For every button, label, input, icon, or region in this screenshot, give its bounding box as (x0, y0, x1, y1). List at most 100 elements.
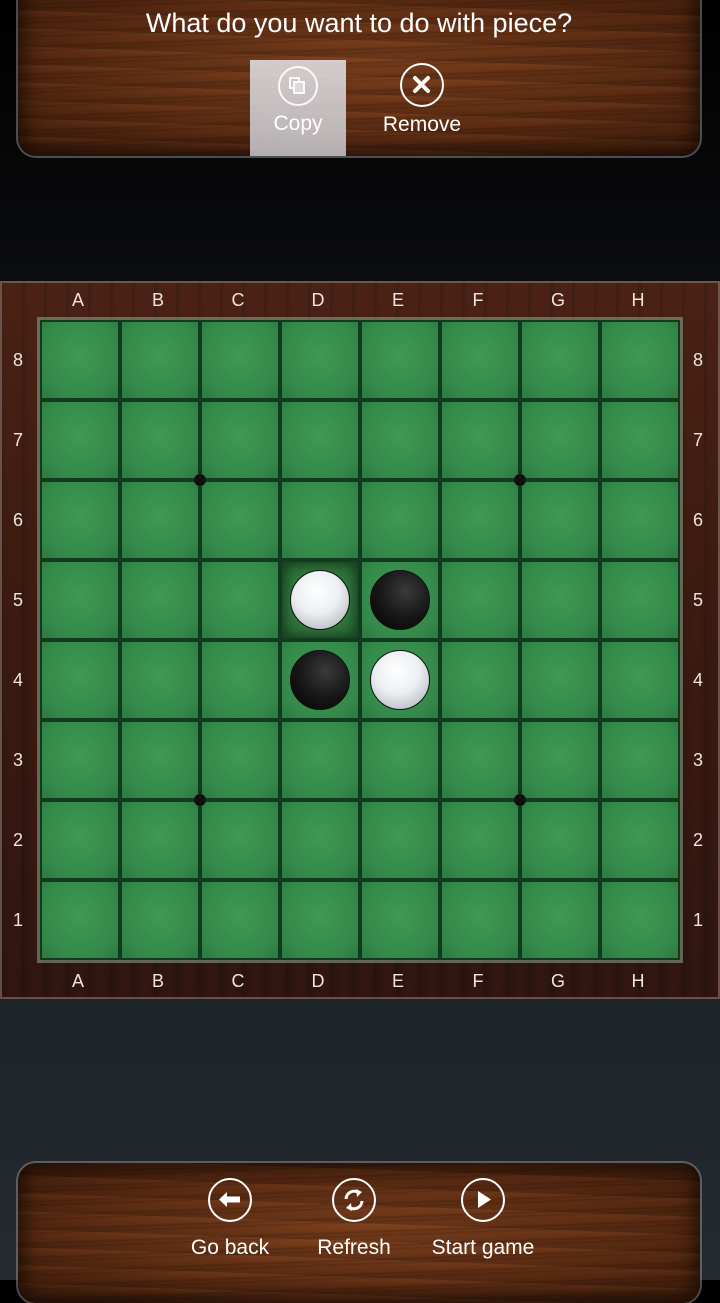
column-label-bottom: E (391, 971, 404, 991)
board-square-d7[interactable] (280, 400, 360, 480)
row-label-left: 1 (12, 910, 23, 930)
white-piece-e4[interactable] (370, 650, 430, 710)
row-label-left: 5 (12, 590, 23, 610)
column-label-top: C (231, 290, 245, 310)
board-square-f5[interactable] (440, 560, 520, 640)
board-square-e7[interactable] (360, 400, 440, 480)
board-square-f8[interactable] (440, 320, 520, 400)
board-square-f7[interactable] (440, 400, 520, 480)
white-piece-d5[interactable] (290, 570, 350, 630)
board-square-f1[interactable] (440, 880, 520, 960)
column-label-bottom: C (231, 971, 245, 991)
board-square-c8[interactable] (200, 320, 280, 400)
board-square-d8[interactable] (280, 320, 360, 400)
board-square-b8[interactable] (120, 320, 200, 400)
column-label-bottom: D (311, 971, 325, 991)
close-circle-icon (400, 63, 444, 107)
board-square-b5[interactable] (120, 560, 200, 640)
board-square-g4[interactable] (520, 640, 600, 720)
board-square-c5[interactable] (200, 560, 280, 640)
column-label-top: E (391, 290, 404, 310)
board-square-f4[interactable] (440, 640, 520, 720)
board-square-f3[interactable] (440, 720, 520, 800)
piece-action-dialog: What do you want to do with piece? (18, 0, 700, 156)
board-square-c4[interactable] (200, 640, 280, 720)
board-square-g8[interactable] (520, 320, 600, 400)
board-square-c1[interactable] (200, 880, 280, 960)
star-point (514, 474, 526, 486)
column-label-top: F (472, 290, 484, 310)
black-piece-e5[interactable] (370, 570, 430, 630)
arrow-left-icon (208, 1178, 252, 1222)
board-square-c2[interactable] (200, 800, 280, 880)
board-square-g2[interactable] (520, 800, 600, 880)
play-icon (461, 1178, 505, 1222)
row-label-left: 3 (12, 750, 23, 770)
board-square-f6[interactable] (440, 480, 520, 560)
refresh-icon (332, 1178, 376, 1222)
board-square-a7[interactable] (40, 400, 120, 480)
board-square-b4[interactable] (120, 640, 200, 720)
board-square-b7[interactable] (120, 400, 200, 480)
board-square-a5[interactable] (40, 560, 120, 640)
row-label-right: 4 (692, 670, 703, 690)
board-square-d6[interactable] (280, 480, 360, 560)
board-square-a6[interactable] (40, 480, 120, 560)
board-square-g5[interactable] (520, 560, 600, 640)
board-square-f2[interactable] (440, 800, 520, 880)
board-square-a3[interactable] (40, 720, 120, 800)
board-square-d3[interactable] (280, 720, 360, 800)
column-label-bottom: G (550, 971, 565, 991)
board-square-a4[interactable] (40, 640, 120, 720)
row-label-right: 1 (692, 910, 703, 930)
board-square-b6[interactable] (120, 480, 200, 560)
board-square-g3[interactable] (520, 720, 600, 800)
go-back-button[interactable]: Go back (190, 1178, 270, 1260)
copy-icon (278, 66, 318, 106)
row-label-left: 7 (12, 430, 23, 450)
board-square-b2[interactable] (120, 800, 200, 880)
row-label-right: 2 (692, 830, 703, 850)
board-square-c6[interactable] (200, 480, 280, 560)
board-square-d2[interactable] (280, 800, 360, 880)
game-board[interactable] (40, 320, 680, 960)
board-square-e1[interactable] (360, 880, 440, 960)
go-back-label: Go back (190, 1236, 270, 1259)
column-label-bottom: H (631, 971, 645, 991)
board-square-e6[interactable] (360, 480, 440, 560)
board-square-h4[interactable] (600, 640, 680, 720)
board-square-h1[interactable] (600, 880, 680, 960)
board-square-e8[interactable] (360, 320, 440, 400)
column-label-top: G (550, 290, 565, 310)
black-piece-d4[interactable] (290, 650, 350, 710)
board-square-h8[interactable] (600, 320, 680, 400)
column-label-bottom: F (472, 971, 484, 991)
board-square-c7[interactable] (200, 400, 280, 480)
board-square-h5[interactable] (600, 560, 680, 640)
board-square-b3[interactable] (120, 720, 200, 800)
board-square-h6[interactable] (600, 480, 680, 560)
copy-button[interactable]: Copy (250, 60, 346, 156)
star-point (194, 794, 206, 806)
board-square-a8[interactable] (40, 320, 120, 400)
board-square-e2[interactable] (360, 800, 440, 880)
row-label-right: 7 (692, 430, 703, 450)
board-square-h7[interactable] (600, 400, 680, 480)
board-square-c3[interactable] (200, 720, 280, 800)
board-square-a1[interactable] (40, 880, 120, 960)
board-square-b1[interactable] (120, 880, 200, 960)
board-square-g7[interactable] (520, 400, 600, 480)
start-game-button[interactable]: Start game (428, 1178, 538, 1260)
board-square-g6[interactable] (520, 480, 600, 560)
row-label-left: 2 (12, 830, 23, 850)
remove-button[interactable]: Remove (374, 60, 470, 137)
board-square-a2[interactable] (40, 800, 120, 880)
star-point (194, 474, 206, 486)
board-square-g1[interactable] (520, 880, 600, 960)
board-square-d1[interactable] (280, 880, 360, 960)
board-square-h2[interactable] (600, 800, 680, 880)
remove-label: Remove (382, 113, 462, 136)
refresh-button[interactable]: Refresh (314, 1178, 394, 1260)
board-square-h3[interactable] (600, 720, 680, 800)
board-square-e3[interactable] (360, 720, 440, 800)
